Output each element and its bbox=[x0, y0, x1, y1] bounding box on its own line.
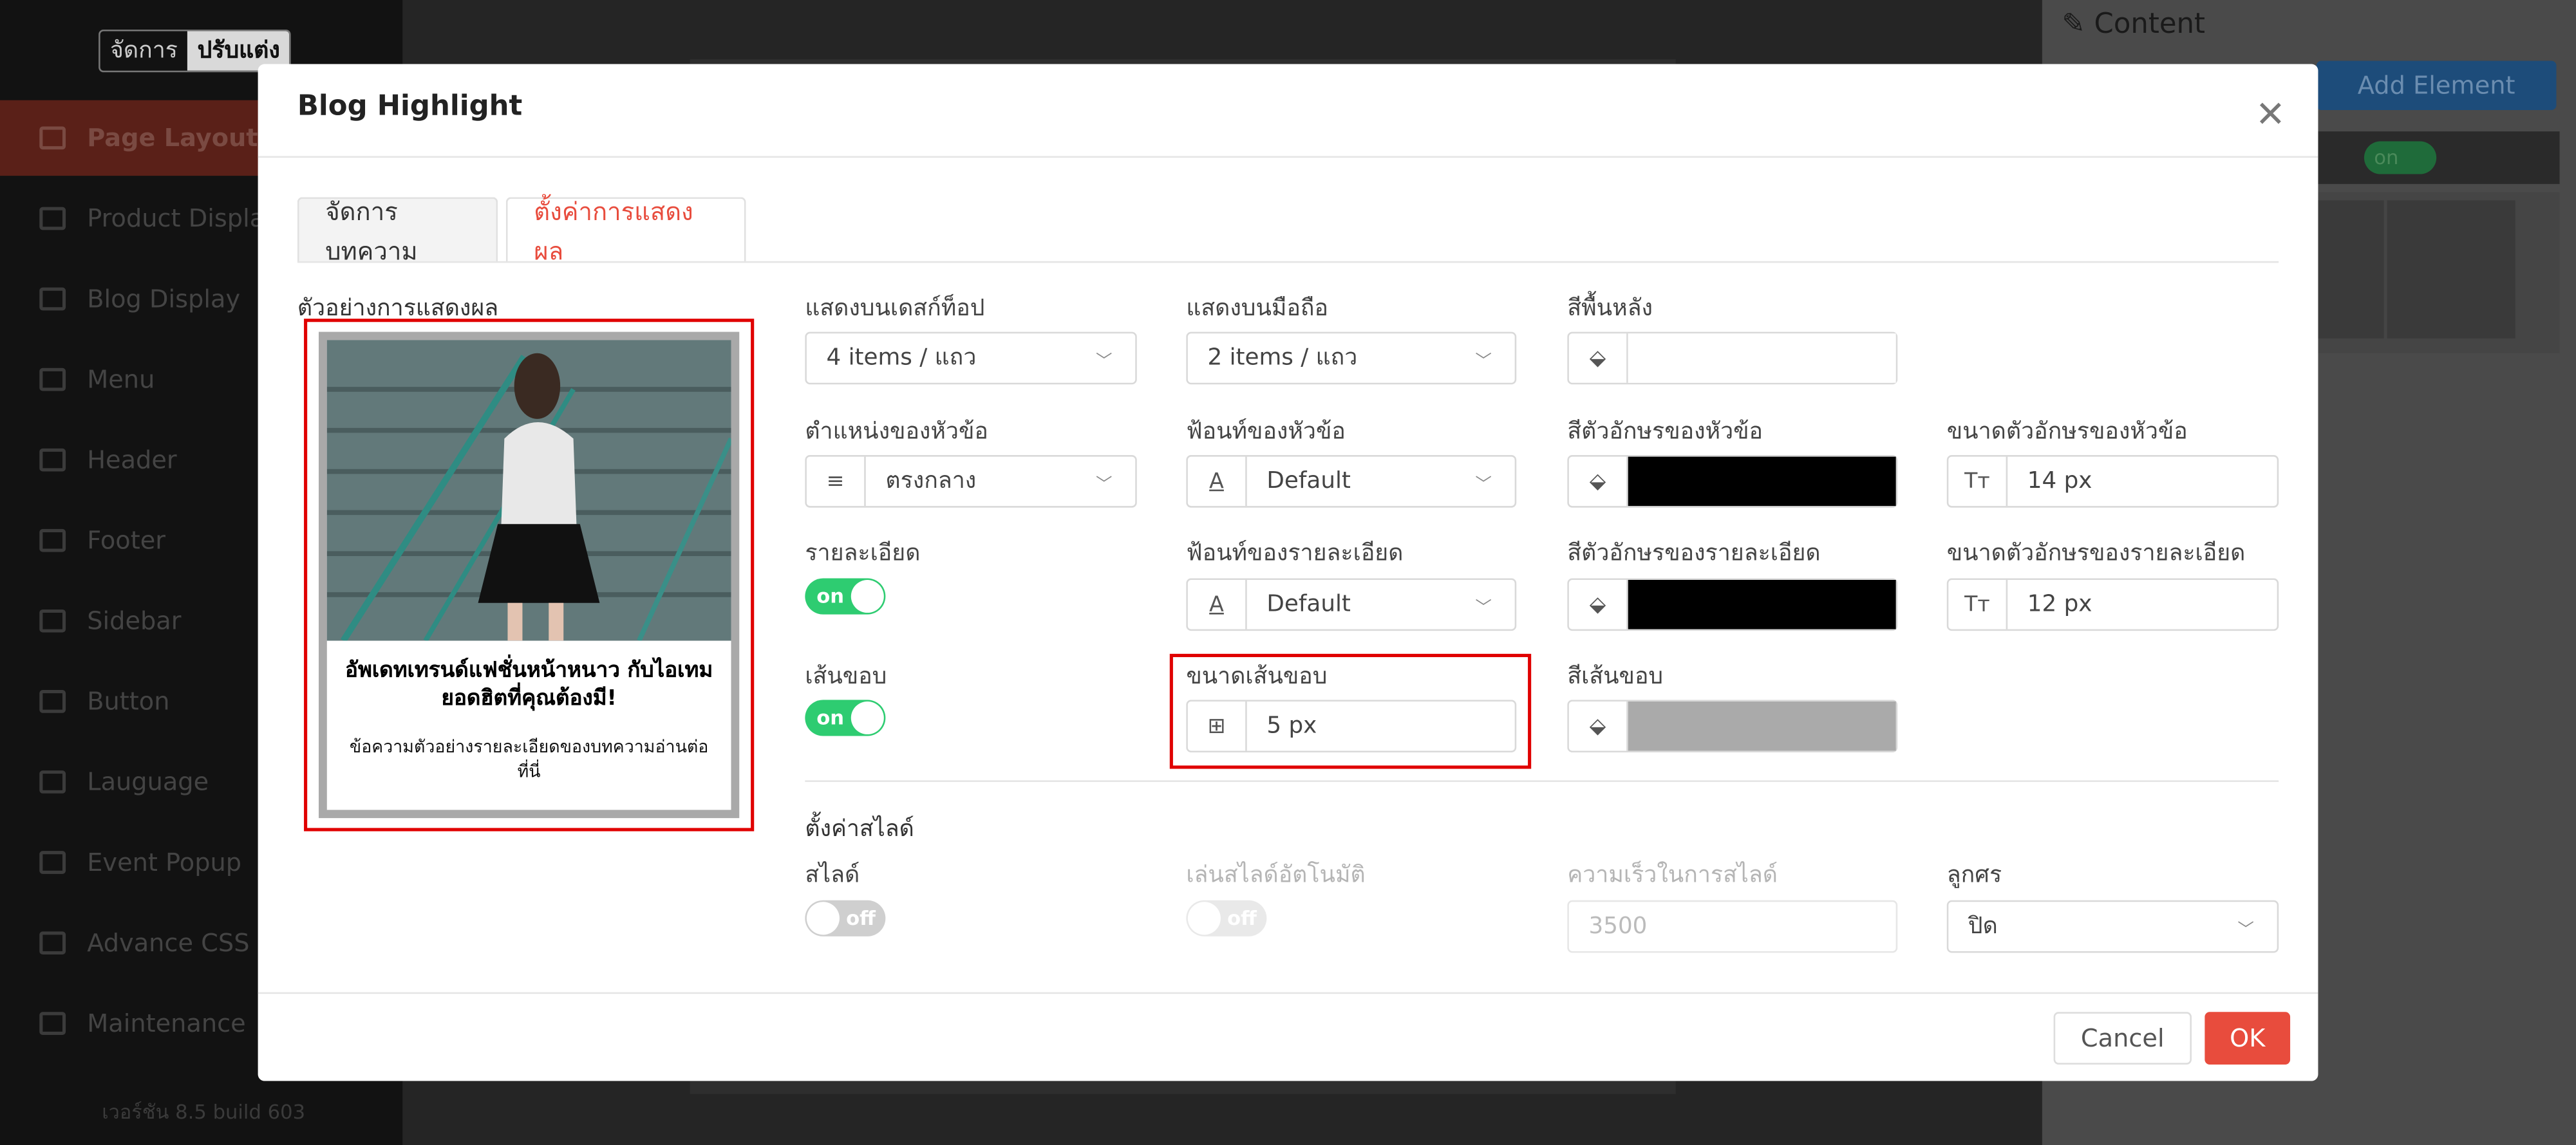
autoplay-label: เล่นสไลด์อัตโนมัติ bbox=[1186, 862, 1366, 889]
detail-label: รายละเอียด bbox=[805, 540, 921, 567]
tab-manage-articles[interactable]: จัดการบทความ bbox=[297, 196, 498, 265]
background-color-swatch bbox=[1628, 333, 1896, 383]
border-color-label: สีเส้นขอบ bbox=[1567, 664, 1664, 691]
tabs-divider bbox=[297, 261, 2279, 263]
text-size-icon: Tт bbox=[1948, 456, 2008, 507]
chevron-down-icon: ﹀ bbox=[1475, 352, 1492, 371]
paint-bucket-icon: ⬙ bbox=[1569, 333, 1628, 383]
title-color-swatch bbox=[1628, 456, 1896, 507]
detail-size-input[interactable]: Tт 12 px bbox=[1946, 578, 2279, 631]
preview-image bbox=[326, 340, 731, 641]
slide-settings-title: ตั้งค่าสไลด์ bbox=[805, 816, 914, 843]
title-font-select[interactable]: A Default ﹀ bbox=[1186, 455, 1517, 508]
border-label: เส้นขอบ bbox=[805, 664, 887, 691]
preview-photo-graphic bbox=[326, 340, 731, 641]
background-color-label: สีพื้นหลัง bbox=[1567, 295, 1653, 322]
preview-card-description: ข้อความตัวอย่างรายละเอียดของบทความอ่านต่… bbox=[349, 738, 709, 782]
text-size-icon: Tт bbox=[1948, 579, 2008, 629]
cancel-button[interactable]: Cancel bbox=[2053, 1012, 2192, 1065]
arrow-label: ลูกศร bbox=[1946, 862, 2002, 889]
title-position-label: ตำแหน่งของหัวข้อ bbox=[805, 418, 988, 445]
slide-speed-input[interactable]: 3500 bbox=[1567, 900, 1898, 953]
border-color-swatch bbox=[1628, 701, 1896, 751]
border-toggle[interactable]: on bbox=[805, 700, 886, 736]
slide-toggle[interactable]: off bbox=[805, 900, 886, 936]
chevron-down-icon: ﹀ bbox=[1475, 599, 1492, 617]
detail-font-select[interactable]: A Default ﹀ bbox=[1186, 578, 1517, 631]
detail-color-swatch bbox=[1628, 579, 1896, 629]
border-style-icon: ⊞ bbox=[1188, 701, 1247, 751]
border-width-label: ขนาดเส้นขอบ bbox=[1186, 664, 1328, 691]
paint-bucket-icon: ⬙ bbox=[1569, 701, 1628, 751]
font-icon: A bbox=[1188, 456, 1247, 507]
chevron-down-icon: ﹀ bbox=[1095, 475, 1113, 494]
title-size-label: ขนาดตัวอักษรของหัวข้อ bbox=[1946, 418, 2188, 445]
paint-bucket-icon: ⬙ bbox=[1569, 579, 1628, 629]
preview-card: อัพเดทเทรนด์แฟชั่นหน้าหนาว กับไอเทมยอดฮิ… bbox=[319, 331, 740, 819]
desktop-items-label: แสดงบนเดสก์ท็อป bbox=[805, 295, 985, 322]
background-color-picker[interactable]: ⬙ bbox=[1567, 331, 1898, 385]
footer-divider bbox=[258, 992, 2318, 994]
chevron-down-icon: ﹀ bbox=[1475, 475, 1492, 494]
close-icon[interactable]: ✕ bbox=[2252, 98, 2288, 135]
title-color-picker[interactable]: ⬙ bbox=[1567, 455, 1898, 508]
title-font-label: ฟ้อนท์ของหัวข้อ bbox=[1186, 418, 1346, 445]
blog-highlight-modal: Blog Highlight ✕ จัดการบทความ ตั้งค่าการ… bbox=[258, 64, 2318, 1081]
font-icon: A bbox=[1188, 579, 1247, 629]
title-color-label: สีตัวอักษรของหัวข้อ bbox=[1567, 418, 1763, 445]
ok-button[interactable]: OK bbox=[2205, 1012, 2291, 1065]
align-left-icon: ≡ bbox=[807, 456, 866, 507]
slide-speed-label: ความเร็วในการสไลด์ bbox=[1567, 862, 1778, 889]
preview-card-title: อัพเดทเทรนด์แฟชั่นหน้าหนาว กับไอเทมยอดฮิ… bbox=[345, 658, 713, 712]
title-size-input[interactable]: Tт 14 px bbox=[1946, 455, 2279, 508]
paint-bucket-icon: ⬙ bbox=[1569, 456, 1628, 507]
autoplay-toggle[interactable]: off bbox=[1186, 900, 1267, 936]
slide-label: สไลด์ bbox=[805, 862, 860, 889]
settings-divider bbox=[805, 780, 2279, 782]
title-position-select[interactable]: ≡ ตรงกลาง ﹀ bbox=[805, 455, 1137, 508]
desktop-items-select[interactable]: 4 items / แถว ﹀ bbox=[805, 331, 1137, 385]
mobile-items-select[interactable]: 2 items / แถว ﹀ bbox=[1186, 331, 1517, 385]
arrow-select[interactable]: ปิด ﹀ bbox=[1946, 900, 2279, 953]
chevron-down-icon: ﹀ bbox=[2237, 920, 2254, 939]
border-width-input[interactable]: ⊞ 5 px bbox=[1186, 700, 1517, 752]
chevron-down-icon: ﹀ bbox=[1095, 352, 1113, 371]
detail-color-label: สีตัวอักษรของรายละเอียด bbox=[1567, 540, 1821, 567]
detail-font-label: ฟ้อนท์ของรายละเอียด bbox=[1186, 540, 1404, 567]
modal-title: Blog Highlight bbox=[297, 90, 523, 124]
detail-color-picker[interactable]: ⬙ bbox=[1567, 578, 1898, 631]
border-color-picker[interactable]: ⬙ bbox=[1567, 700, 1898, 752]
detail-size-label: ขนาดตัวอักษรของรายละเอียด bbox=[1946, 540, 2246, 567]
header-divider bbox=[258, 156, 2318, 158]
detail-toggle[interactable]: on bbox=[805, 578, 886, 615]
tab-display-settings[interactable]: ตั้งค่าการแสดงผล bbox=[505, 196, 746, 265]
mobile-items-label: แสดงบนมือถือ bbox=[1186, 295, 1329, 322]
